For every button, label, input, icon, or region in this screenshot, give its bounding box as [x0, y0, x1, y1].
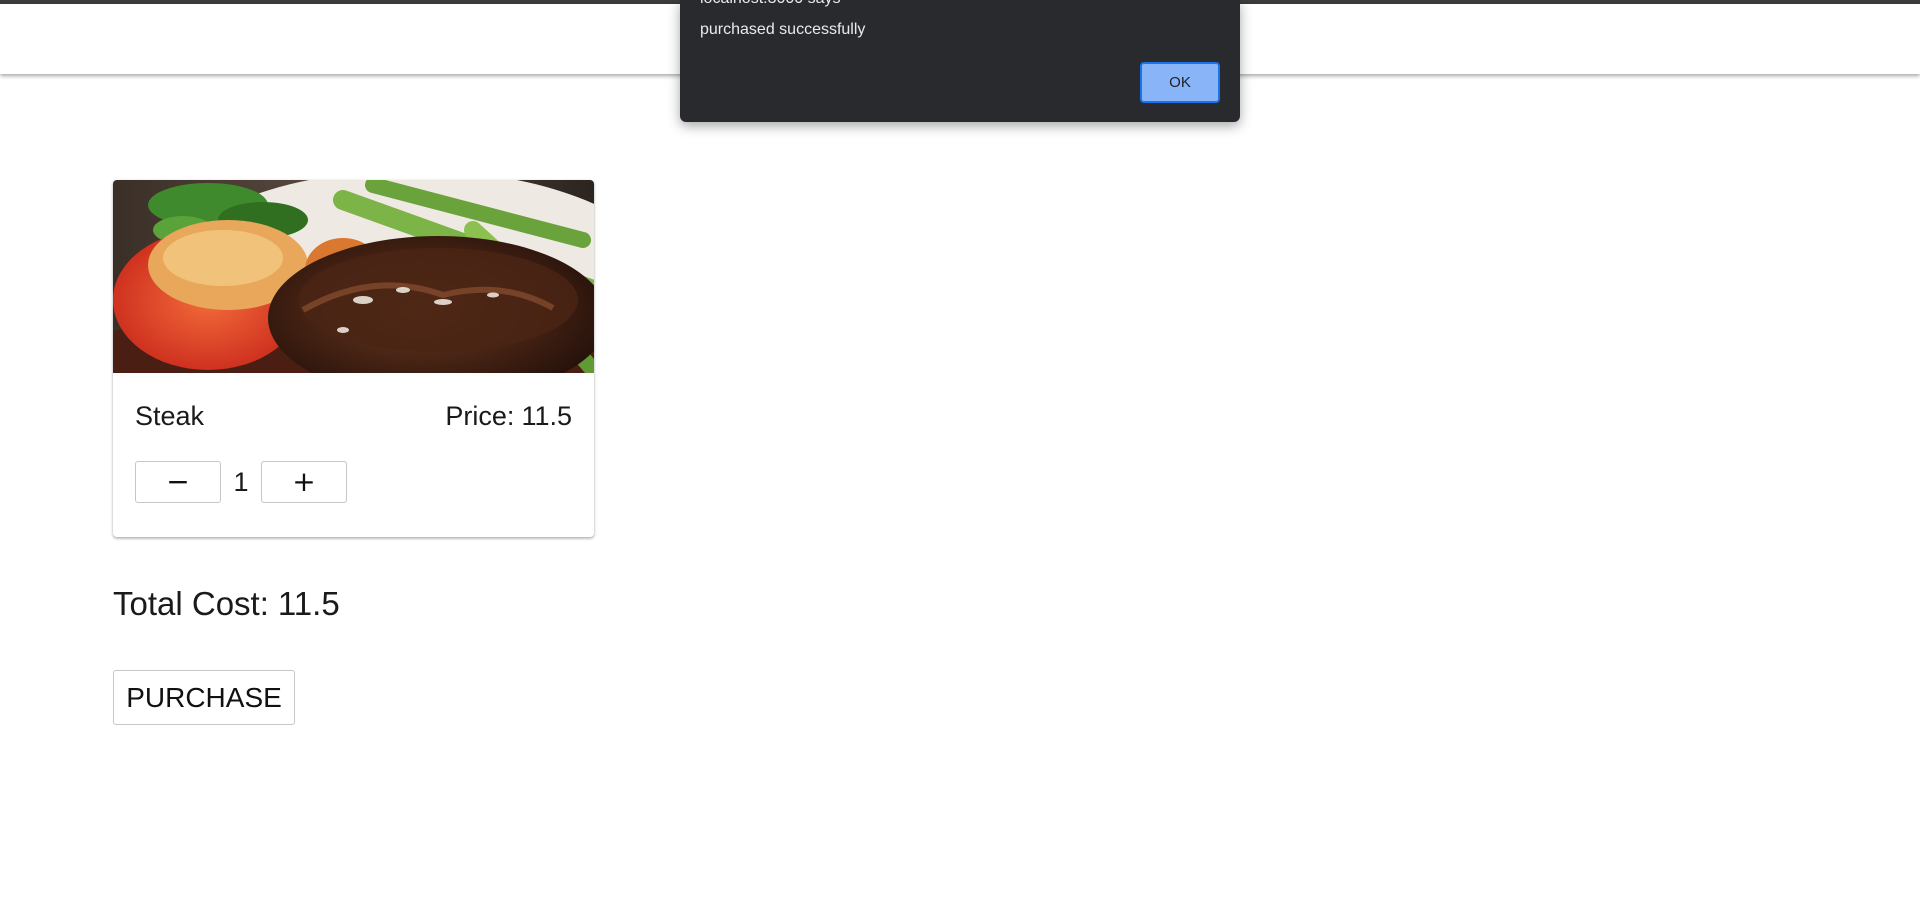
alert-message: purchased successfully [700, 21, 866, 38]
product-image [113, 180, 594, 373]
alert-dialog: localhost:3000 says purchased successful… [680, 0, 1240, 122]
price-label: Price: [445, 401, 515, 431]
quantity-value: 1 [233, 467, 249, 497]
product-name: Steak [135, 401, 205, 431]
decrement-quantity-button[interactable]: − [135, 461, 221, 503]
increment-quantity-button[interactable]: + [261, 461, 347, 503]
total-cost-label: Total Cost: [113, 585, 269, 622]
product-price: Price: 11.5 [445, 400, 572, 432]
product-card: Steak Price: 11.5 − 1 + [113, 180, 594, 537]
alert-origin: localhost:3000 says [700, 0, 841, 9]
price-value: 11.5 [521, 401, 572, 431]
alert-ok-button[interactable]: OK [1140, 62, 1220, 103]
purchase-button[interactable]: PURCHASE [113, 670, 295, 725]
total-cost: Total Cost: 11.5 [113, 584, 340, 624]
total-cost-value: 11.5 [277, 585, 340, 622]
